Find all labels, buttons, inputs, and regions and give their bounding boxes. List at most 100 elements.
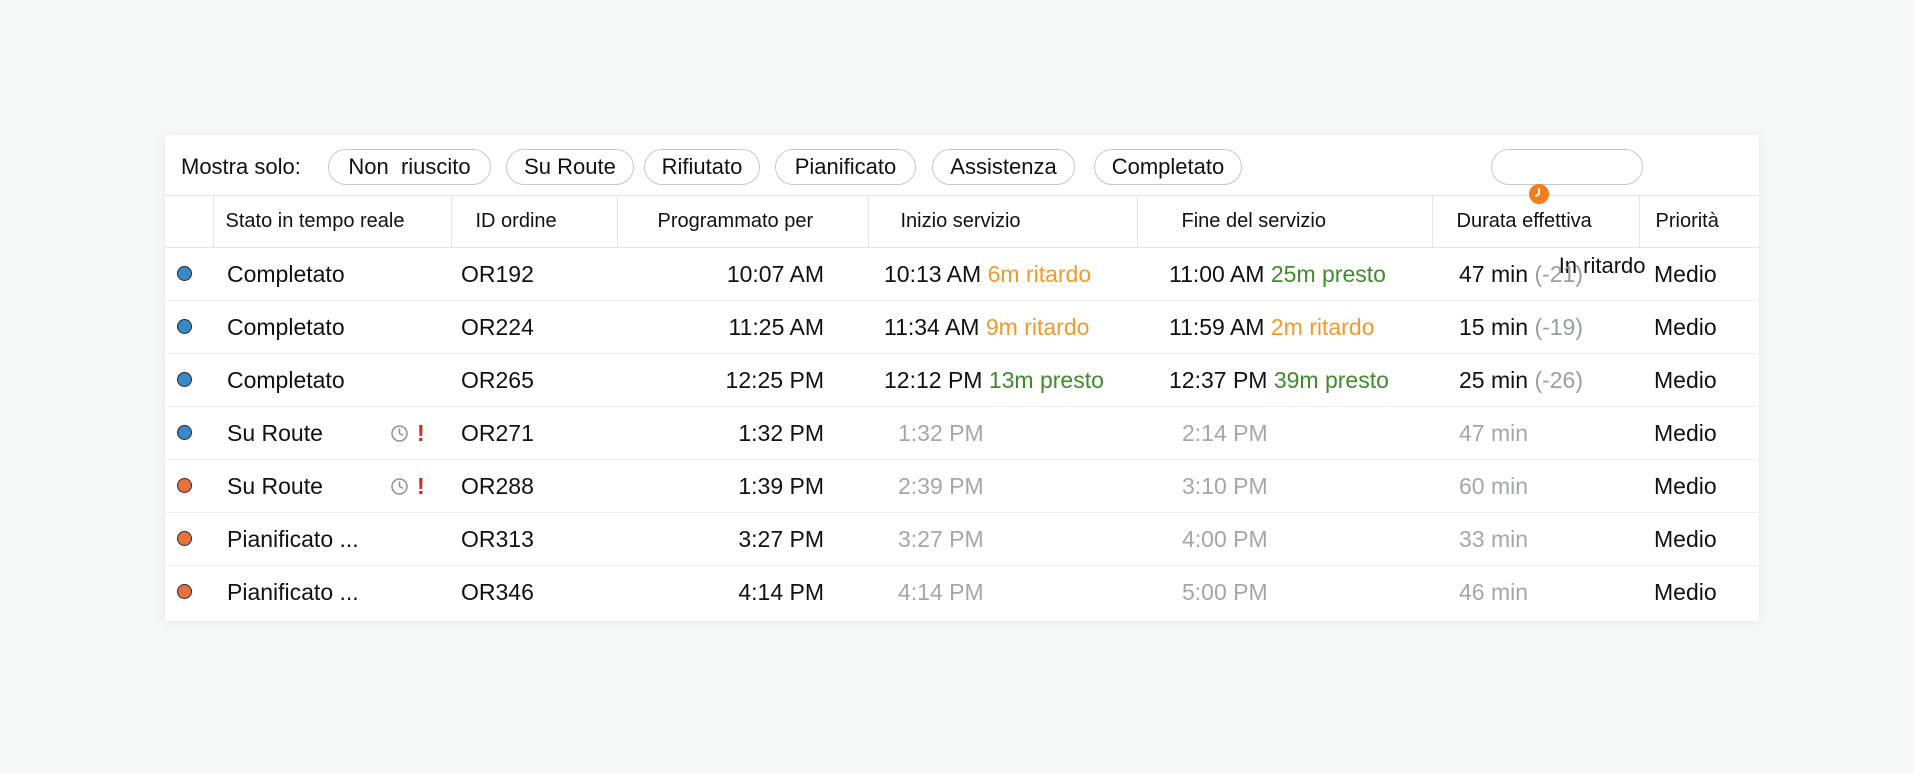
order-id-cell[interactable]: OR313 xyxy=(451,512,617,566)
row-marker-cell xyxy=(165,247,213,301)
clock-icon xyxy=(390,422,409,449)
duration-cell: 46 min xyxy=(1432,566,1639,619)
service-start-cell: 1:32 PM xyxy=(868,406,1137,460)
table-row[interactable]: Completato OR224 11:25 AM 11:34 AM 9m ritar… xyxy=(165,300,1759,354)
service-start-cell: 4:14 PM xyxy=(868,566,1137,619)
duration-diff: (-21) xyxy=(1534,260,1583,287)
filter-chip-assistance[interactable]: Assistenza xyxy=(932,149,1075,185)
service-start-time: 12:12 PM xyxy=(884,366,983,393)
scheduled-cell: 11:25 AM xyxy=(617,300,868,354)
status-text: Su Route xyxy=(227,419,323,446)
service-end-cell: 4:00 PM xyxy=(1137,512,1432,566)
table-header-row: Stato in tempo reale ID ordine Programma… xyxy=(165,195,1759,248)
duration-value: 60 min xyxy=(1459,472,1529,499)
duration-value: 47 min xyxy=(1459,260,1529,287)
duration-value: 47 min xyxy=(1459,419,1529,446)
service-end-time: 5:00 PM xyxy=(1182,578,1268,605)
table-row[interactable]: Pianificato ... OR346 4:14 PM 4:14 PM 5:00 P… xyxy=(165,566,1759,619)
column-header-status[interactable]: Stato in tempo reale xyxy=(212,195,451,248)
row-marker-cell xyxy=(165,459,213,513)
status-cell: Pianificato ... xyxy=(213,566,451,619)
scheduled-cell: 3:27 PM xyxy=(617,512,868,566)
duration-value: 15 min xyxy=(1459,313,1529,340)
column-header-service-end[interactable]: Fine del servizio xyxy=(1136,195,1432,248)
status-dot xyxy=(177,318,192,334)
service-end-time: 3:10 PM xyxy=(1182,472,1268,499)
service-end-time: 2:14 PM xyxy=(1182,419,1268,446)
filter-label: Mostra solo: xyxy=(181,154,301,179)
column-header-service-start[interactable]: Inizio servizio xyxy=(867,195,1137,248)
status-text: Su Route xyxy=(227,472,323,499)
filter-chip-planned[interactable]: Pianificato xyxy=(775,149,916,185)
filter-chip-on-route[interactable]: Su Route xyxy=(506,149,634,185)
table-row[interactable]: Su Route! OR288 1:39 PM 2:39 PM 3:10 PM 60 mi… xyxy=(165,459,1759,513)
order-id-cell[interactable]: OR271 xyxy=(451,406,617,460)
service-start-cell: 2:39 PM xyxy=(868,459,1137,513)
service-end-cell: 3:10 PM xyxy=(1137,459,1432,513)
duration-cell: 15 min (-19) xyxy=(1432,300,1639,354)
order-id-cell[interactable]: OR192 xyxy=(451,247,617,301)
order-id-cell[interactable]: OR346 xyxy=(451,566,617,619)
table-row[interactable]: Completato OR265 12:25 PM 12:12 PM 13m pres… xyxy=(165,353,1759,407)
duration-diff: (-26) xyxy=(1534,366,1583,393)
scheduled-cell: 12:25 PM xyxy=(617,353,868,407)
filter-chip-completed[interactable]: Completato xyxy=(1094,149,1242,185)
service-start-cell: 11:34 AM 9m ritardo xyxy=(868,300,1137,354)
order-id-cell[interactable]: OR288 xyxy=(451,459,617,513)
status-dot xyxy=(177,424,192,440)
service-end-time: 4:00 PM xyxy=(1182,525,1268,552)
row-marker-cell xyxy=(165,406,213,460)
priority-cell: Medio xyxy=(1639,459,1759,513)
scheduled-cell: 1:32 PM xyxy=(617,406,868,460)
column-header-duration[interactable]: Durata effettiva xyxy=(1431,195,1639,248)
orders-table: Stato in tempo reale ID ordine Programma… xyxy=(165,195,1759,618)
column-header-scheduled[interactable]: Programmato per xyxy=(616,195,868,248)
row-marker-cell xyxy=(165,566,213,619)
row-marker-cell xyxy=(165,353,213,407)
duration-cell: 33 min xyxy=(1432,512,1639,566)
service-start-cell: 12:12 PM 13m presto xyxy=(868,353,1137,407)
alert-icon: ! xyxy=(417,472,425,499)
status-cell: Completato xyxy=(213,247,451,301)
filter-chip-rejected[interactable]: Rifiutato xyxy=(644,149,760,185)
service-end-cell: 11:00 AM 25m presto xyxy=(1137,247,1432,301)
priority-cell: Medio xyxy=(1654,578,1717,605)
status-dot xyxy=(177,530,192,546)
duration-value: 25 min xyxy=(1459,366,1529,393)
order-id-cell[interactable]: OR224 xyxy=(451,300,617,354)
column-header-priority[interactable]: Priorità xyxy=(1638,195,1759,248)
table-row[interactable]: Completato OR192 10:07 AM 10:13 AM 6m ritar… xyxy=(165,247,1759,301)
duration-value: 46 min xyxy=(1459,578,1529,605)
service-end-delta: 39m presto xyxy=(1273,366,1389,393)
table-row[interactable]: Pianificato ... OR313 3:27 PM 3:27 PM 4:00 P… xyxy=(165,512,1759,566)
alert-icon: ! xyxy=(417,419,425,446)
service-end-delta: 2m ritardo xyxy=(1270,313,1375,340)
status-text: Pianificato ... xyxy=(227,578,359,605)
scheduled-cell: 10:07 AM xyxy=(617,247,868,301)
table-row[interactable]: Su Route! OR271 1:32 PM 1:32 PM 2:14 PM 47 mi… xyxy=(165,406,1759,460)
duration-cell: 25 min (-26) xyxy=(1432,353,1639,407)
service-start-time: 2:39 PM xyxy=(898,472,984,499)
service-end-cell: 2:14 PM xyxy=(1137,406,1432,460)
status-dot xyxy=(177,477,192,493)
status-dot xyxy=(177,265,192,281)
duration-diff: (-19) xyxy=(1534,313,1583,340)
service-start-time: 1:32 PM xyxy=(898,419,984,446)
service-start-time: 4:14 PM xyxy=(898,578,984,605)
service-start-time: 10:13 AM xyxy=(884,260,982,287)
status-text: Completato xyxy=(227,366,345,393)
service-start-time: 3:27 PM xyxy=(898,525,984,552)
status-text: Pianificato ... xyxy=(227,525,359,552)
status-cell: Pianificato ... xyxy=(213,512,451,566)
filter-chip-late[interactable]: In ritardo xyxy=(1491,149,1646,278)
priority-cell: Medio xyxy=(1639,247,1759,301)
filter-chip-failed[interactable]: Non riuscito xyxy=(328,149,491,185)
status-text: Completato xyxy=(227,260,345,287)
status-dot xyxy=(177,583,192,599)
service-end-cell: 5:00 PM xyxy=(1137,566,1432,619)
order-id-cell[interactable]: OR265 xyxy=(451,353,617,407)
clock-icon xyxy=(390,475,409,502)
service-end-time: 11:59 AM xyxy=(1169,313,1265,340)
service-start-cell: 3:27 PM xyxy=(868,512,1137,566)
column-header-order-id[interactable]: ID ordine xyxy=(450,195,617,248)
